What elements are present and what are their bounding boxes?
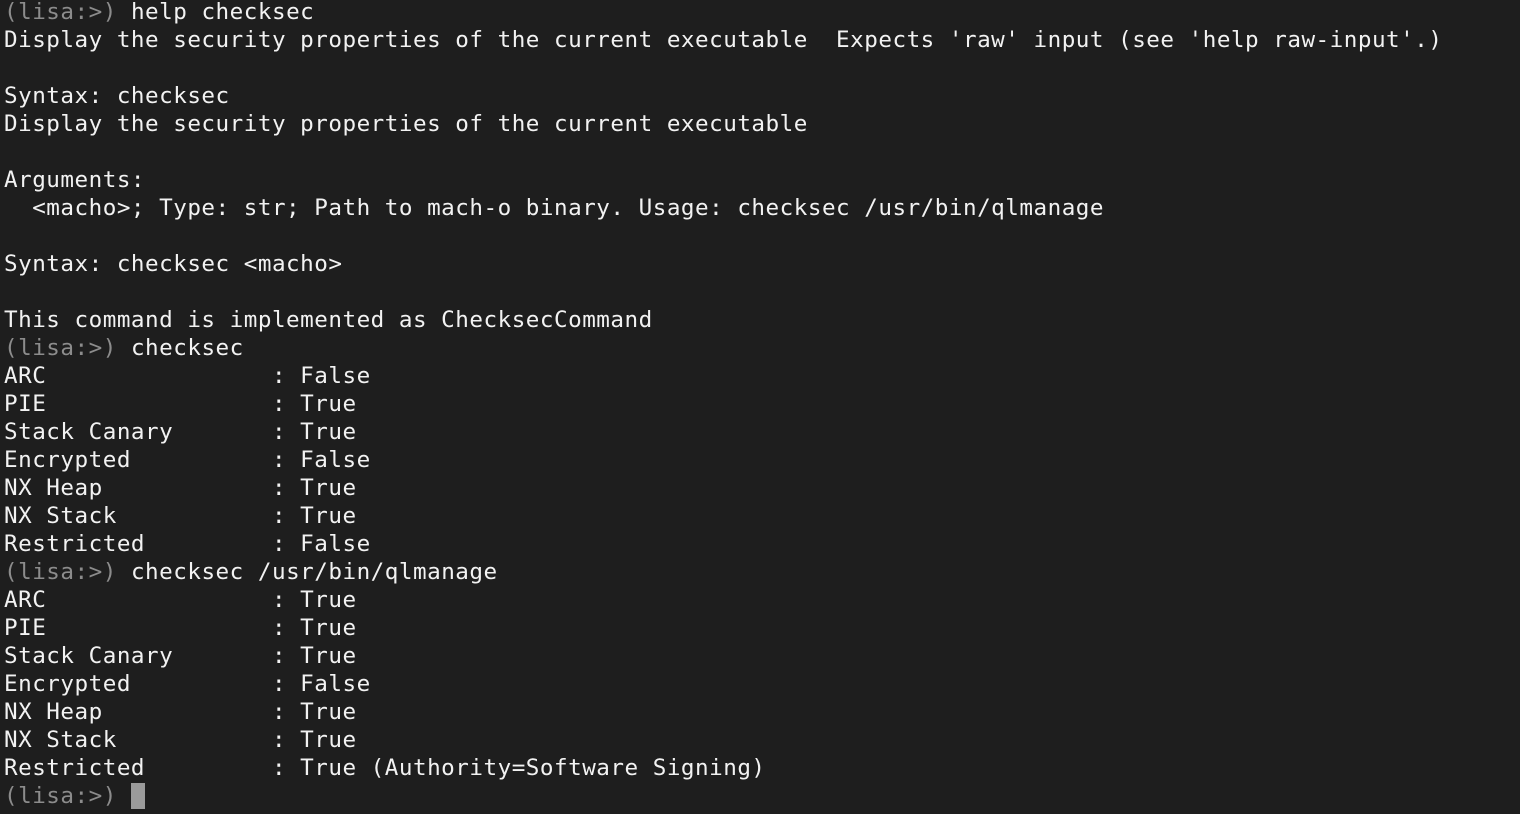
prompt: (lisa:>) [4,335,131,361]
output-line: Stack Canary : True [4,419,357,445]
prompt: (lisa:>) [4,783,131,809]
prompt: (lisa:>) [4,559,131,585]
output-line: Arguments: [4,167,146,193]
output-line: Restricted : False [4,531,371,557]
output-line: Syntax: checksec <macho> [4,251,343,277]
output-line: ARC : False [4,363,371,389]
command-line: (lisa:>) checksec [4,334,1520,362]
output-line: PIE : True [4,391,357,417]
output-line: NX Stack : True [4,503,357,529]
output-line: Display the security properties of the c… [4,27,1443,53]
output-line: NX Stack : True [4,727,357,753]
terminal-output[interactable]: (lisa:>) help checksec Display the securi… [4,0,1520,810]
command-text: checksec /usr/bin/qlmanage [130,559,498,585]
command-input-line[interactable]: (lisa:>) [4,782,1520,810]
command-text: checksec [130,335,244,361]
prompt: (lisa:>) [4,0,131,25]
command-line: (lisa:>) checksec /usr/bin/qlmanage [4,558,1520,586]
output-line: Display the security properties of the c… [4,111,808,137]
output-line: Syntax: checksec [4,83,230,109]
output-line: NX Heap : True [4,699,357,725]
output-line: Encrypted : False [4,447,371,473]
output-line: ARC : True [4,587,357,613]
output-line: Encrypted : False [4,671,371,697]
output-line: NX Heap : True [4,475,357,501]
output-line: PIE : True [4,615,357,641]
output-line: <macho>; Type: str; Path to mach-o binar… [4,195,1105,221]
output-line: This command is implemented as ChecksecC… [4,307,653,333]
command-line: (lisa:>) help checksec [4,0,1520,26]
output-line: Stack Canary : True [4,643,357,669]
output-line: Restricted : True (Authority=Software Si… [4,755,766,781]
text-cursor [130,783,145,809]
command-text: help checksec [130,0,315,25]
